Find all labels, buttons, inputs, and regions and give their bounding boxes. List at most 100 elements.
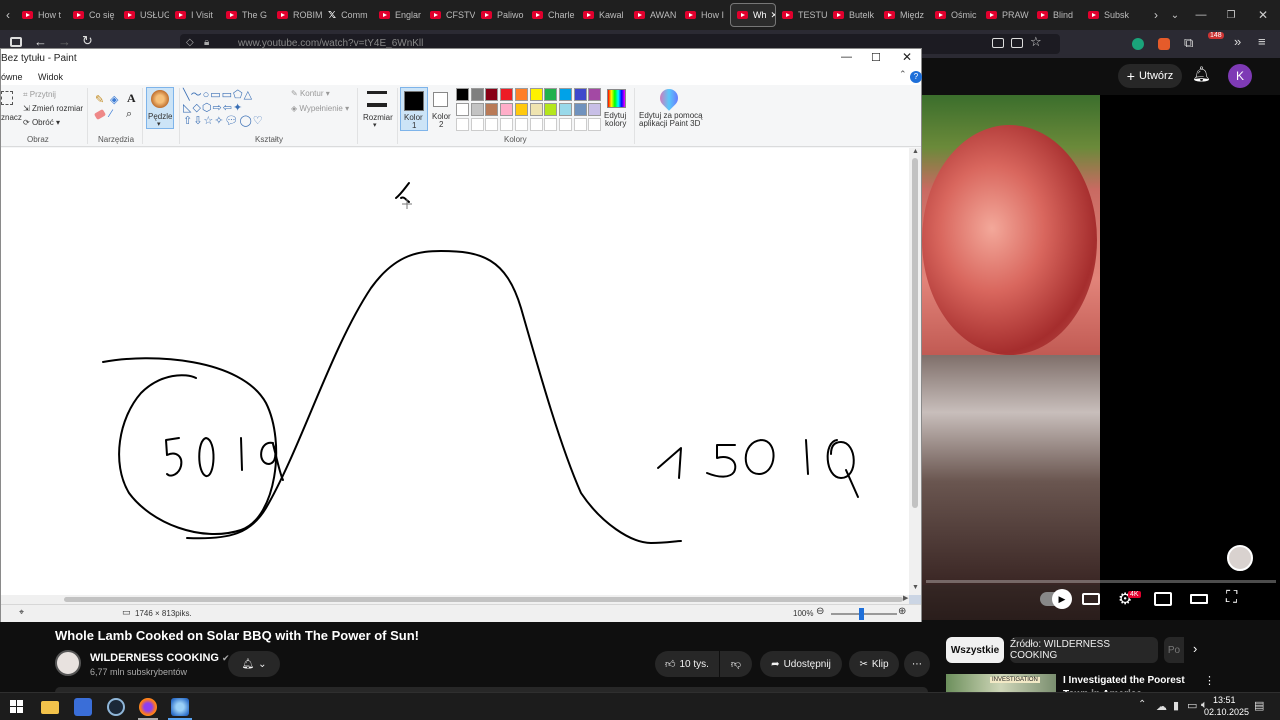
paint-maximize-icon[interactable]: ☐ [871, 51, 881, 64]
palette-color-swatch[interactable] [544, 88, 558, 101]
share-button[interactable]: ➦ Udostępnij [760, 651, 842, 677]
notification-center-icon[interactable]: ▤ [1254, 699, 1264, 712]
palette-color-swatch[interactable] [544, 103, 558, 116]
custom-color-slot[interactable] [529, 118, 543, 131]
reload-icon[interactable]: ↻ [82, 33, 93, 49]
palette-color-swatch[interactable] [456, 88, 469, 101]
remote-desktop-icon[interactable] [74, 698, 92, 716]
like-button[interactable]: 👍︎ 10 tys. [655, 651, 719, 677]
browser-tab[interactable]: Ośmic [929, 3, 980, 27]
palette-color-swatch[interactable] [514, 88, 528, 101]
extensions-icon[interactable]: ⧉ [1184, 35, 1193, 51]
menu-view-tab[interactable]: Widok [38, 72, 63, 82]
display-icon[interactable]: ▭ [1187, 699, 1197, 712]
palette-color-swatch[interactable] [470, 103, 484, 116]
horizontal-scroll-thumb[interactable] [64, 597, 903, 602]
custom-color-slot[interactable] [470, 118, 484, 131]
palette-color-swatch[interactable] [588, 103, 602, 116]
chip-more[interactable]: Po [1164, 637, 1184, 663]
fill-bucket-icon[interactable]: ◈ [110, 93, 118, 106]
palette-color-swatch[interactable] [485, 88, 499, 101]
reader-icon[interactable] [1011, 38, 1023, 48]
clip-button[interactable]: ✂ Klip [849, 651, 899, 677]
browser-tab[interactable]: AWAN [628, 3, 679, 27]
palette-color-swatch[interactable] [573, 88, 587, 101]
palette-color-swatch[interactable] [456, 103, 469, 116]
chips-next-chevron-icon[interactable]: › [1193, 641, 1197, 656]
fullscreen-icon[interactable]: ⛶ [1226, 589, 1237, 607]
window-restore-icon[interactable]: ❐ [1216, 10, 1246, 21]
clock-time[interactable]: 13:51 [1213, 695, 1236, 705]
usb-icon[interactable]: ▮ [1173, 699, 1179, 712]
app-menu-icon[interactable]: ≡ [1258, 34, 1266, 49]
palette-color-swatch[interactable] [500, 88, 514, 101]
browser-tab[interactable]: Blind [1031, 3, 1082, 27]
color2-button[interactable]: Kolor 2 [430, 87, 454, 131]
browser-tab[interactable]: PRAW [980, 3, 1031, 27]
window-minimize-icon[interactable]: — [1186, 9, 1216, 21]
browser-tab[interactable]: 𝕏 Comm [322, 3, 373, 27]
horizontal-scrollbar[interactable]: ▶ [1, 595, 909, 604]
palette-color-swatch[interactable] [514, 103, 528, 116]
picture-icon[interactable] [992, 38, 1004, 48]
overflow-chevron-icon[interactable]: » [1234, 34, 1241, 49]
zoom-out-icon[interactable]: ⊖ [816, 606, 824, 617]
custom-color-slot[interactable] [500, 118, 514, 131]
steam-icon[interactable] [107, 698, 125, 716]
back-icon[interactable]: ← [34, 34, 47, 49]
browser-tab[interactable]: How t [16, 3, 67, 27]
size-button[interactable]: Rozmiar ▾ [361, 89, 393, 129]
video-player[interactable]: ▶ ⚙ 4K ⛶ [922, 95, 1280, 620]
sidebar-icon[interactable] [10, 37, 22, 47]
palette-color-swatch[interactable] [485, 103, 499, 116]
vpn-extension-icon[interactable] [1132, 38, 1144, 50]
notifications-bell-icon[interactable]: 🔔︎ [1192, 65, 1211, 83]
tab-scroll-right-icon[interactable]: › [1148, 8, 1164, 22]
color-picker-icon[interactable]: ⁄ [110, 108, 112, 120]
browser-tab[interactable]: CFSTV [424, 3, 475, 27]
custom-color-slot[interactable] [456, 118, 469, 131]
shapes-gallery[interactable]: ╲〜○▭▭⬠△ ◺◇⬡⇨⇦✦ ⇧⇩☆✧💬︎◯♡ [183, 89, 287, 129]
select-label[interactable]: znacz [1, 113, 22, 122]
fill-dropdown[interactable]: ◈ Wypełnienie ▾ [291, 104, 349, 113]
paint3d-button[interactable]: Edytuj za pomocą aplikacji Paint 3D [638, 85, 703, 131]
browser-tab[interactable]: The G [220, 3, 271, 27]
miniplayer-icon[interactable] [1154, 592, 1172, 606]
paint-taskbar-icon[interactable] [171, 698, 189, 716]
edit-colors-button[interactable]: Edytuj kolory [604, 89, 630, 131]
related-more-icon[interactable]: ⋮ [1204, 674, 1215, 687]
windows-start-icon[interactable] [10, 700, 23, 713]
related-video-title[interactable]: I Investigated the Poorest Town in Ameri… [1063, 674, 1203, 692]
subtitles-icon[interactable] [1082, 593, 1100, 605]
palette-color-swatch[interactable] [558, 103, 572, 116]
scroll-up-arrow-icon[interactable]: ▲ [912, 148, 919, 155]
create-button[interactable]: + Utwórz [1118, 64, 1182, 88]
zoom-slider[interactable] [831, 608, 897, 620]
custom-color-slot[interactable] [514, 118, 528, 131]
palette-color-swatch[interactable] [470, 88, 484, 101]
text-tool-icon[interactable]: A [127, 91, 136, 106]
brushes-button[interactable]: Pędzle ▾ [146, 87, 174, 129]
progress-bar[interactable] [926, 580, 1276, 583]
chip-all[interactable]: Wszystkie [946, 637, 1004, 663]
browser-tab[interactable]: Co się [67, 3, 118, 27]
file-explorer-icon[interactable] [41, 701, 59, 714]
window-close-icon[interactable]: ✕ [1246, 8, 1280, 22]
browser-tab[interactable]: Międz [878, 3, 929, 27]
color1-button[interactable]: Kolor 1 [400, 87, 428, 131]
resize-button[interactable]: ⇲ Zmień rozmiar [23, 104, 83, 113]
dislike-button[interactable]: 👎︎ [720, 651, 752, 677]
pencil-icon[interactable]: ✎ [95, 93, 104, 106]
tab-list-chevron-icon[interactable]: ⌄ [1164, 10, 1186, 21]
palette-color-swatch[interactable] [558, 88, 572, 101]
paint-close-icon[interactable]: ✕ [902, 50, 912, 64]
custom-color-slot[interactable] [573, 118, 587, 131]
palette-color-swatch[interactable] [500, 103, 514, 116]
vertical-scrollbar[interactable]: ▲ ▼ [909, 148, 921, 595]
vertical-scroll-thumb[interactable] [912, 158, 918, 508]
chip-source[interactable]: Źródło: WILDERNESS COOKING [1010, 637, 1158, 663]
account-avatar[interactable]: K [1228, 64, 1252, 88]
ribbon-collapse-icon[interactable]: ⌃ [899, 69, 907, 80]
related-thumbnail[interactable]: INVESTIGATION [946, 674, 1056, 692]
channel-name[interactable]: WILDERNESS COOKING ✔ [90, 652, 230, 664]
